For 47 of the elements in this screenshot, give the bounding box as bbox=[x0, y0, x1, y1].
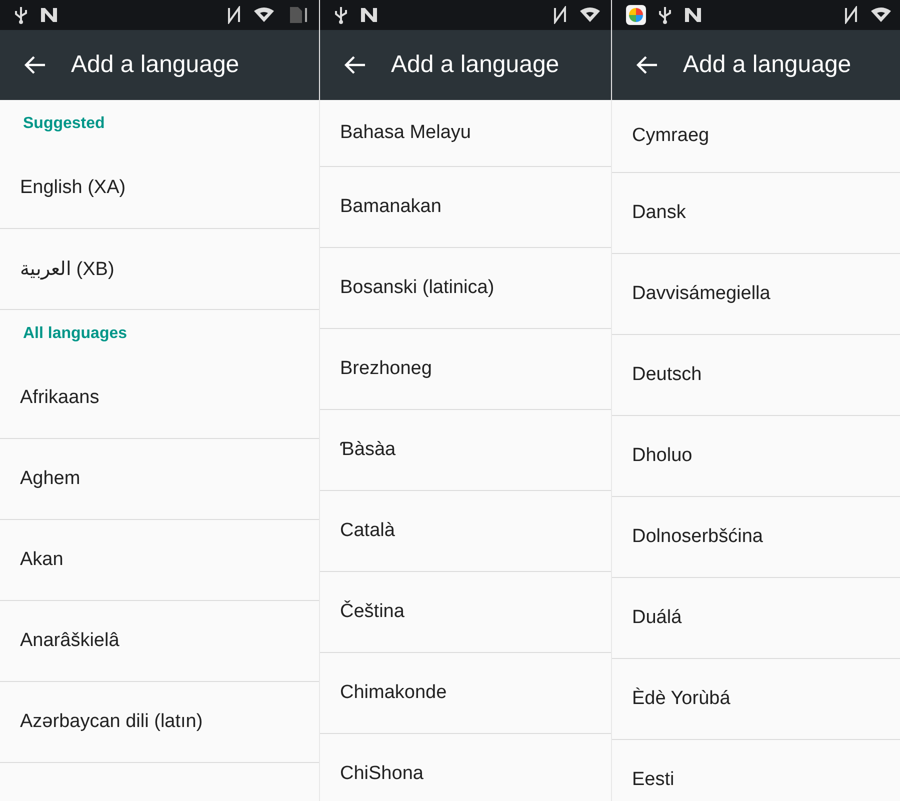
n-logo-icon bbox=[684, 7, 702, 23]
n-logo-icon bbox=[360, 7, 378, 23]
screen-title: Add a language bbox=[391, 51, 560, 79]
screen-title: Add a language bbox=[71, 51, 240, 79]
usb-icon bbox=[334, 6, 348, 24]
language-item[interactable]: Aghem bbox=[0, 439, 319, 520]
wifi-icon bbox=[870, 7, 892, 23]
back-arrow-icon bbox=[636, 55, 658, 75]
language-item[interactable]: Chimakonde bbox=[320, 653, 611, 734]
wifi-icon bbox=[253, 7, 275, 23]
language-item[interactable]: Dolnoserbšćina bbox=[612, 497, 900, 578]
section-header: Suggested bbox=[23, 115, 105, 133]
back-arrow-icon bbox=[344, 55, 366, 75]
language-item[interactable]: Davvisámegiella bbox=[612, 254, 900, 335]
language-item[interactable]: Eesti bbox=[612, 740, 900, 801]
usb-icon bbox=[658, 6, 672, 24]
language-item[interactable]: Bosanski (latinica) bbox=[320, 248, 611, 329]
language-item[interactable]: Ɓàsàa bbox=[320, 410, 611, 491]
nfc-icon bbox=[227, 6, 241, 24]
language-item[interactable]: Dholuo bbox=[612, 416, 900, 497]
language-item[interactable]: Čeština bbox=[320, 572, 611, 653]
language-item[interactable]: Dansk bbox=[612, 173, 900, 254]
section-header: All languages bbox=[23, 325, 128, 343]
language-item[interactable]: Akan bbox=[0, 520, 319, 601]
nfc-icon bbox=[844, 6, 858, 24]
language-item[interactable]: Català bbox=[320, 491, 611, 572]
language-item[interactable]: Azərbaycan dili (latın) bbox=[0, 682, 319, 763]
language-item[interactable]: ChiShona bbox=[320, 734, 611, 801]
nfc-icon bbox=[553, 6, 567, 24]
language-item[interactable]: Cymraeg bbox=[612, 100, 900, 173]
app-icon bbox=[626, 5, 646, 25]
language-item[interactable]: Afrikaans bbox=[0, 358, 319, 439]
language-item[interactable]: Anarâškielâ bbox=[0, 601, 319, 682]
language-item[interactable]: Bahasa Melayu bbox=[320, 100, 611, 167]
language-item[interactable]: Deutsch bbox=[612, 335, 900, 416]
screen-title: Add a language bbox=[683, 51, 852, 79]
back-arrow-icon bbox=[24, 55, 46, 75]
language-item[interactable]: العربية (XB) bbox=[0, 229, 319, 310]
usb-icon bbox=[14, 6, 28, 24]
language-item[interactable]: Brezhoneg bbox=[320, 329, 611, 410]
language-item[interactable]: Duálá bbox=[612, 578, 900, 659]
sim-card-icon bbox=[287, 6, 309, 24]
n-logo-icon bbox=[40, 7, 58, 23]
language-item[interactable]: English (XA) bbox=[0, 148, 319, 229]
wifi-icon bbox=[579, 7, 601, 23]
language-item[interactable]: Èdè Yorùbá bbox=[612, 659, 900, 740]
language-item[interactable]: Bamanakan bbox=[320, 167, 611, 248]
